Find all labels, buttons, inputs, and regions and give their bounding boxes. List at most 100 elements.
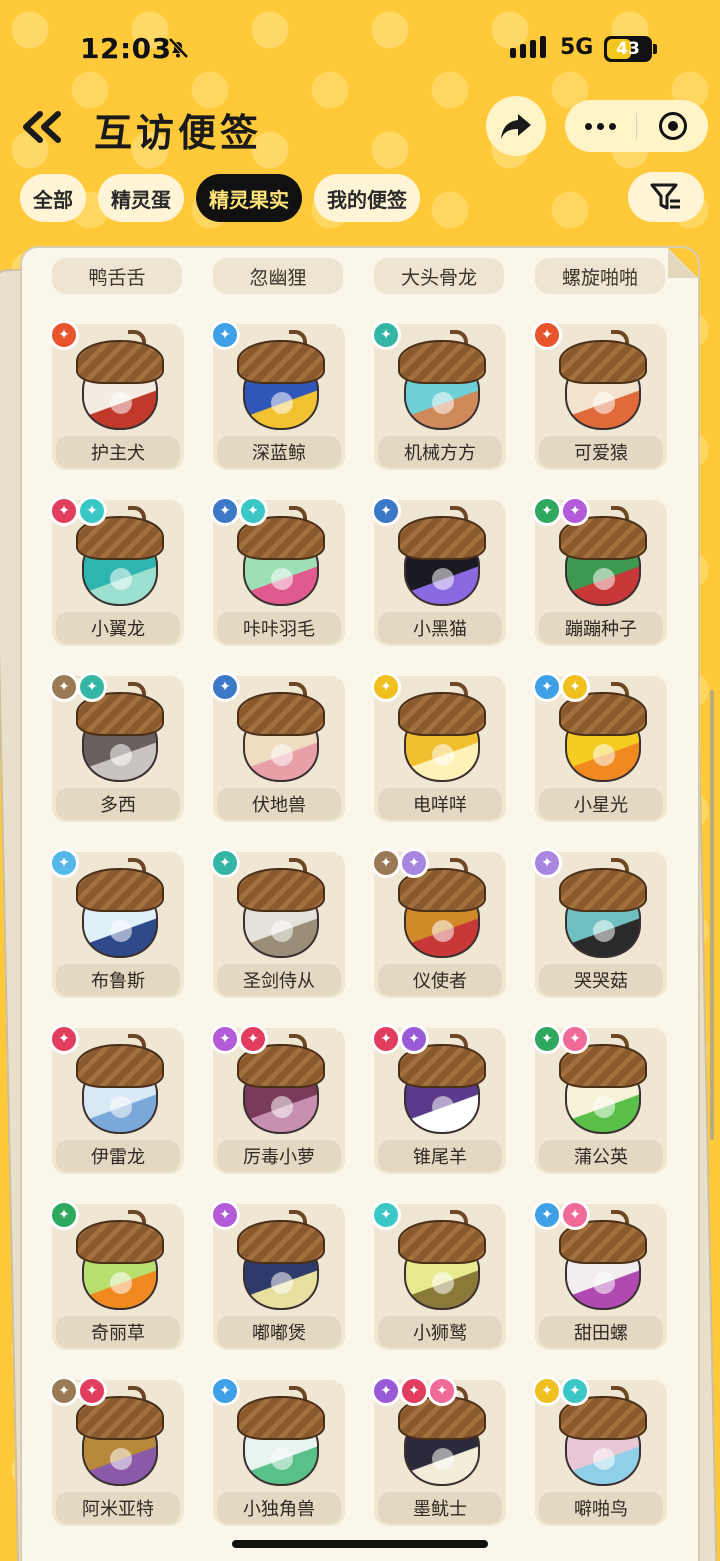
- back-icon[interactable]: [18, 110, 68, 144]
- acorn-cap: [76, 340, 164, 384]
- fruit-card[interactable]: ✦ ✦ 锥尾羊: [371, 1024, 506, 1174]
- fruit-name: 机械方方: [378, 436, 502, 468]
- fruit-card[interactable]: ✦ 布鲁斯: [49, 848, 184, 998]
- fruit-name: 伏地兽: [217, 788, 341, 820]
- filter-button[interactable]: [628, 172, 704, 222]
- fruit-card[interactable]: ✦ 伏地兽: [210, 672, 345, 822]
- type-icon: ✦: [210, 672, 240, 702]
- fruit-card[interactable]: ✦ ✦ 小翼龙: [49, 496, 184, 646]
- fruit-name: 圣剑侍从: [217, 964, 341, 996]
- tab-eggs[interactable]: 精灵蛋: [98, 174, 184, 222]
- acorn-cap: [398, 516, 486, 560]
- fruit-card[interactable]: ✦ 小狮鹫: [371, 1200, 506, 1350]
- fruit-name: 小独角兽: [217, 1492, 341, 1524]
- fruit-card[interactable]: ✦ ✦ 阿米亚特: [49, 1376, 184, 1526]
- fruit-card[interactable]: ✦ 电咩咩: [371, 672, 506, 822]
- type-icon: ✦: [532, 848, 562, 878]
- tab-all[interactable]: 全部: [20, 174, 86, 222]
- type-icon: ✦: [532, 672, 562, 702]
- acorn-highlight: [110, 568, 132, 590]
- type-badges: ✦: [532, 320, 562, 350]
- home-indicator: [232, 1540, 488, 1548]
- type-icon: ✦: [49, 320, 79, 350]
- type-icon: ✦: [399, 1376, 429, 1406]
- acorn-highlight: [271, 744, 293, 766]
- fruit-name: 锥尾羊: [378, 1140, 502, 1172]
- fruit-card[interactable]: ✦ ✦ 多西: [49, 672, 184, 822]
- partial-label[interactable]: 忽幽狸: [213, 258, 343, 294]
- network-type: 5G: [560, 35, 594, 60]
- scrollbar[interactable]: [710, 690, 714, 1140]
- fruit-name: 嘟嘟煲: [217, 1316, 341, 1348]
- fruit-card[interactable]: ✦ 小黑猫: [371, 496, 506, 646]
- fruit-card[interactable]: ✦ ✦ 甜田螺: [532, 1200, 667, 1350]
- fruit-card[interactable]: ✦ ✦ ✦ 墨鱿士: [371, 1376, 506, 1526]
- partial-row: 鸭舌舌 忽幽狸 大头骨龙 螺旋啪啪: [52, 248, 668, 296]
- acorn-fruit-icon: [76, 1034, 166, 1136]
- acorn-highlight: [271, 1096, 293, 1118]
- fruit-card[interactable]: ✦ 哭哭菇: [532, 848, 667, 998]
- fruit-card[interactable]: ✦ ✦ 蹦蹦种子: [532, 496, 667, 646]
- fruit-name: 小翼龙: [56, 612, 180, 644]
- type-icon: ✦: [49, 848, 79, 878]
- acorn-cap: [237, 692, 325, 736]
- fruit-card[interactable]: ✦ 奇丽草: [49, 1200, 184, 1350]
- acorn-fruit-icon: [237, 1210, 327, 1312]
- fruit-card[interactable]: ✦ ✦ 仪使者: [371, 848, 506, 998]
- status-bar: 12:03 5G 43: [0, 0, 720, 95]
- fruit-card[interactable]: ✦ ✦ 厉毒小萝: [210, 1024, 345, 1174]
- type-icon: ✦: [532, 1200, 562, 1230]
- fruit-name: 深蓝鲸: [217, 436, 341, 468]
- fruit-card[interactable]: ✦ 伊雷龙: [49, 1024, 184, 1174]
- fruit-card[interactable]: ✦ 可爱猿: [532, 320, 667, 470]
- tab-fruits[interactable]: 精灵果实: [196, 174, 302, 222]
- type-badges: ✦: [210, 1200, 240, 1230]
- type-badges: ✦ ✦: [371, 1024, 429, 1054]
- fruit-name: 布鲁斯: [56, 964, 180, 996]
- type-badges: ✦ ✦: [532, 1200, 590, 1230]
- fruit-name: 哭哭菇: [539, 964, 663, 996]
- fruit-card[interactable]: ✦ 圣剑侍从: [210, 848, 345, 998]
- fruit-card[interactable]: ✦ 深蓝鲸: [210, 320, 345, 470]
- partial-label[interactable]: 螺旋啪啪: [535, 258, 665, 294]
- type-icon: ✦: [560, 1024, 590, 1054]
- share-button[interactable]: [486, 96, 546, 156]
- acorn-fruit-icon: [398, 1210, 488, 1312]
- acorn-highlight: [110, 1272, 132, 1294]
- partial-label[interactable]: 鸭舌舌: [52, 258, 182, 294]
- type-icon: ✦: [77, 1376, 107, 1406]
- type-icon: ✦: [560, 496, 590, 526]
- acorn-fruit-icon: [559, 858, 649, 960]
- acorn-highlight: [432, 920, 454, 942]
- close-mini-program-button[interactable]: [637, 112, 708, 140]
- fruit-card[interactable]: ✦ 小独角兽: [210, 1376, 345, 1526]
- acorn-highlight: [271, 392, 293, 414]
- fruit-card[interactable]: ✦ 嘟嘟煲: [210, 1200, 345, 1350]
- partial-label[interactable]: 大头骨龙: [374, 258, 504, 294]
- type-icon: ✦: [77, 672, 107, 702]
- type-badges: ✦ ✦: [532, 1024, 590, 1054]
- fruit-card[interactable]: ✦ 机械方方: [371, 320, 506, 470]
- acorn-highlight: [110, 920, 132, 942]
- type-badges: ✦: [371, 320, 401, 350]
- acorn-highlight: [593, 1096, 615, 1118]
- target-icon: [658, 112, 687, 140]
- status-time: 12:03: [80, 32, 172, 65]
- fruit-name: 甜田螺: [539, 1316, 663, 1348]
- type-badges: ✦: [371, 1200, 401, 1230]
- tab-my-notes[interactable]: 我的便签: [314, 174, 420, 222]
- fruit-name: 仪使者: [378, 964, 502, 996]
- type-icon: ✦: [238, 1024, 268, 1054]
- fruit-name: 伊雷龙: [56, 1140, 180, 1172]
- acorn-cap: [76, 868, 164, 912]
- type-icon: ✦: [399, 1024, 429, 1054]
- more-icon[interactable]: [565, 122, 636, 130]
- header: 互访便签: [0, 96, 720, 160]
- type-icon: ✦: [49, 1024, 79, 1054]
- fruit-card[interactable]: ✦ ✦ 小星光: [532, 672, 667, 822]
- fruit-card[interactable]: ✦ ✦ 蒲公英: [532, 1024, 667, 1174]
- fruit-card[interactable]: ✦ ✦ 噼啪鸟: [532, 1376, 667, 1526]
- type-icon: ✦: [210, 496, 240, 526]
- fruit-card[interactable]: ✦ 护主犬: [49, 320, 184, 470]
- fruit-card[interactable]: ✦ ✦ 咔咔羽毛: [210, 496, 345, 646]
